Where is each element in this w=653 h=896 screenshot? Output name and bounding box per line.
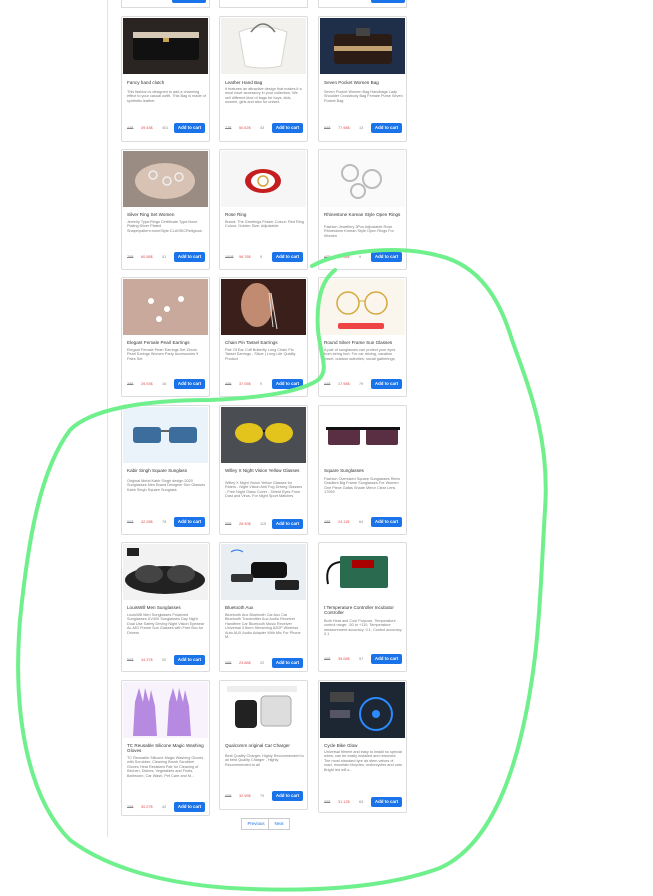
hand-drawn-annotation-loop	[16, 248, 548, 892]
